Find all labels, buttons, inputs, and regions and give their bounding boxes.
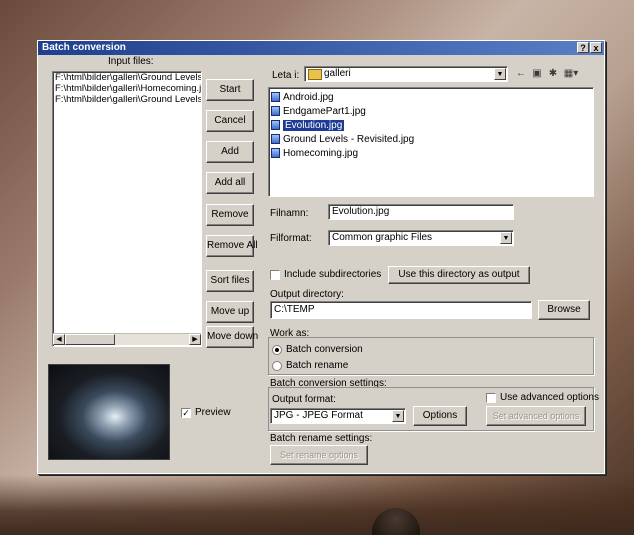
image-file-icon	[271, 134, 280, 144]
remove-all-button[interactable]: Remove All	[206, 235, 258, 257]
filename-value: Evolution.jpg	[332, 206, 390, 217]
scroll-right-icon[interactable]: ▶	[189, 334, 201, 345]
browse-button[interactable]: Browse	[538, 300, 590, 320]
cancel-button[interactable]: Cancel	[206, 110, 254, 132]
background-rail	[0, 475, 634, 535]
view-menu-icon[interactable]: ▦▾	[562, 68, 580, 80]
set-rename-options-button[interactable]: Set rename options	[270, 445, 368, 465]
fileformat-label: Filformat:	[270, 233, 312, 244]
up-folder-icon[interactable]: ▣	[530, 68, 544, 80]
include-subdirs-checkbox[interactable]	[270, 270, 280, 280]
output-format-value: JPG - JPEG Format	[274, 410, 363, 421]
preview-image	[48, 364, 170, 460]
add-all-button[interactable]: Add all	[206, 172, 254, 194]
add-button[interactable]: Add	[206, 141, 254, 163]
list-item[interactable]: F:\html\bilder\galleri\Ground Levels - F	[53, 94, 201, 105]
input-files-list[interactable]: F:\html\bilder\galleri\Ground Levels - F…	[52, 71, 202, 347]
filename-label: Filnamn:	[270, 208, 309, 219]
file-item[interactable]: EndgamePart1.jpg	[269, 104, 593, 118]
options-button[interactable]: Options	[413, 406, 467, 426]
batch-rename-radio[interactable]	[272, 361, 282, 371]
sort-files-button[interactable]: Sort files	[206, 270, 254, 292]
fileformat-combo[interactable]: Common graphic Files ▼	[328, 230, 514, 246]
set-advanced-options-button[interactable]: Set advanced options	[486, 406, 586, 426]
rename-settings-label: Batch rename settings:	[270, 433, 373, 444]
batch-conversion-dialog: Batch conversion ? x Input files: F:\htm…	[37, 40, 605, 474]
list-item[interactable]: F:\html\bilder\galleri\Ground Levels - F	[53, 72, 201, 83]
title-bar[interactable]: Batch conversion ? x	[38, 41, 604, 55]
file-item[interactable]: Homecoming.jpg	[269, 146, 593, 160]
file-item-selected[interactable]: Evolution.jpg	[269, 118, 593, 132]
file-browser-list[interactable]: Android.jpg EndgamePart1.jpg Evolution.j…	[268, 87, 594, 197]
file-item[interactable]: Android.jpg	[269, 90, 593, 104]
list-item[interactable]: F:\html\bilder\galleri\Homecoming.jpg	[53, 83, 201, 94]
help-button[interactable]: ?	[577, 42, 589, 53]
batch-rename-label: Batch rename	[286, 360, 349, 371]
look-in-combo[interactable]: galleri ▼	[304, 66, 508, 82]
remove-button[interactable]: Remove	[206, 204, 254, 226]
output-directory-value: C:\TEMP	[274, 304, 315, 315]
output-format-combo[interactable]: JPG - JPEG Format ▼	[270, 408, 406, 424]
window-title: Batch conversion	[42, 42, 126, 53]
input-files-label: Input files:	[108, 56, 154, 67]
advanced-options-checkbox[interactable]	[486, 393, 496, 403]
chevron-down-icon[interactable]: ▼	[500, 232, 512, 244]
filename-field[interactable]: Evolution.jpg	[328, 204, 514, 220]
input-files-hscrollbar[interactable]: ◀ ▶	[53, 333, 201, 345]
batch-conversion-radio[interactable]	[272, 345, 282, 355]
use-directory-button[interactable]: Use this directory as output	[388, 266, 530, 284]
image-file-icon	[271, 120, 280, 130]
output-format-label: Output format:	[272, 394, 336, 405]
scroll-left-icon[interactable]: ◀	[53, 334, 65, 345]
image-file-icon	[271, 148, 280, 158]
start-button[interactable]: Start	[206, 79, 254, 101]
include-subdirs-label: Include subdirectories	[284, 269, 382, 280]
image-file-icon	[271, 106, 280, 116]
move-up-button[interactable]: Move up	[206, 301, 254, 323]
folder-icon	[308, 69, 322, 80]
batch-conversion-label: Batch conversion	[286, 344, 363, 355]
look-in-label: Leta i:	[272, 70, 300, 81]
image-file-icon	[271, 92, 280, 102]
chevron-down-icon[interactable]: ▼	[392, 410, 404, 422]
look-in-value: galleri	[324, 68, 351, 79]
close-button[interactable]: x	[590, 42, 602, 53]
output-directory-field[interactable]: C:\TEMP	[270, 301, 532, 319]
new-folder-icon[interactable]: ✱	[546, 68, 560, 80]
file-item[interactable]: Ground Levels - Revisited.jpg	[269, 132, 593, 146]
chevron-down-icon[interactable]: ▼	[494, 68, 506, 80]
advanced-options-label: Use advanced options	[500, 392, 599, 403]
preview-label: Preview	[195, 407, 231, 418]
move-down-button[interactable]: Move down	[206, 326, 258, 348]
preview-checkbox[interactable]: ✓	[181, 408, 191, 418]
fileformat-value: Common graphic Files	[332, 232, 433, 243]
back-arrow-icon[interactable]: ←	[514, 68, 528, 80]
scroll-thumb[interactable]	[65, 334, 115, 345]
output-directory-label: Output directory:	[270, 289, 344, 300]
